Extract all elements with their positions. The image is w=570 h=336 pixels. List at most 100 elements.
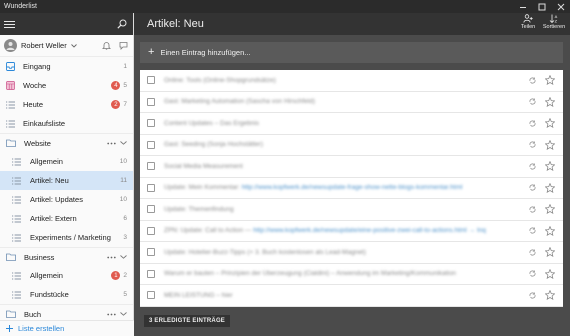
task-checkbox[interactable] bbox=[147, 97, 155, 106]
task-link[interactable]: http://www.kopfwerk.de/newsupdate/eine-p… bbox=[253, 227, 486, 234]
sidebar-item-label: Business bbox=[24, 252, 55, 262]
task-checkbox[interactable] bbox=[147, 140, 155, 149]
star-icon[interactable] bbox=[545, 139, 555, 150]
chevron-down-icon[interactable] bbox=[120, 312, 127, 316]
star-icon[interactable] bbox=[545, 161, 555, 172]
window-title: Wunderlist bbox=[4, 3, 37, 10]
sidebar-list-item[interactable]: Eingang 1 bbox=[0, 57, 133, 76]
share-people-icon bbox=[523, 14, 533, 23]
repeat-icon bbox=[529, 77, 536, 84]
bell-icon[interactable] bbox=[102, 41, 111, 50]
task-text[interactable]: Online: Tools (Online-Shopgrundsätze) bbox=[164, 77, 529, 84]
star-icon[interactable] bbox=[545, 96, 555, 107]
star-icon[interactable] bbox=[545, 75, 555, 86]
task-link[interactable]: http://www.kopfwerk.de/newsupdate-frage-… bbox=[242, 184, 463, 191]
task-text[interactable]: Content Updates – Das Ergebnis bbox=[164, 120, 529, 127]
sidebar-list-item[interactable]: Heute 2 7 bbox=[0, 95, 133, 114]
more-options-icon[interactable] bbox=[107, 256, 116, 259]
item-count: 10 bbox=[119, 158, 127, 165]
sidebar-list-item[interactable]: Artikel: Neu 11 bbox=[0, 171, 133, 190]
star-icon[interactable] bbox=[545, 225, 555, 236]
task-text[interactable]: Update: Mein Kommentar: http://www.kopfw… bbox=[164, 184, 529, 191]
task-row[interactable]: Update: Themenfindung bbox=[140, 199, 563, 221]
sidebar-item-label: Einkaufsliste bbox=[23, 119, 66, 128]
sidebar-list-item[interactable]: Fundstücke 5 bbox=[0, 285, 133, 304]
task-row[interactable]: Warum er bauten – Prinzipien der Überzeu… bbox=[140, 263, 563, 285]
task-text[interactable]: Update: Themenfindung bbox=[164, 206, 529, 213]
sidebar-list-item[interactable]: Artikel: Extern 6 bbox=[0, 209, 133, 228]
hamburger-menu-icon[interactable] bbox=[4, 20, 15, 29]
task-text[interactable]: Gast: Marketing Automation (Sascha von H… bbox=[164, 98, 529, 105]
sort-button[interactable]: AZ Sortieren bbox=[543, 14, 565, 30]
task-row[interactable]: Update: Hotelier-Buzz-Tipps (+ 3. Buch k… bbox=[140, 242, 563, 264]
sidebar-list-item[interactable]: Experiments / Marketing 3 bbox=[0, 228, 133, 247]
sidebar-list-item[interactable]: Artikel: Updates 10 bbox=[0, 190, 133, 209]
task-row[interactable]: Social Media Measurement bbox=[140, 156, 563, 178]
maximize-icon[interactable] bbox=[532, 0, 551, 13]
task-checkbox[interactable] bbox=[147, 183, 155, 192]
avatar[interactable] bbox=[4, 39, 17, 52]
sidebar-list-item[interactable]: Einkaufsliste bbox=[0, 114, 133, 133]
task-row[interactable]: Gast: Seeding (Sonja Hochstätter) bbox=[140, 134, 563, 156]
star-icon[interactable] bbox=[545, 290, 555, 301]
item-count: 5 bbox=[123, 291, 127, 298]
star-icon[interactable] bbox=[545, 182, 555, 193]
task-checkbox[interactable] bbox=[147, 269, 155, 278]
star-icon[interactable] bbox=[545, 268, 555, 279]
sidebar-list-item[interactable]: Allgemein 10 bbox=[0, 152, 133, 171]
task-checkbox[interactable] bbox=[147, 76, 155, 85]
sidebar-folder[interactable]: Website bbox=[0, 133, 133, 152]
chat-icon[interactable] bbox=[119, 41, 128, 50]
task-checkbox[interactable] bbox=[147, 162, 155, 171]
sidebar-list-item[interactable]: Allgemein 1 2 bbox=[0, 266, 133, 285]
task-checkbox[interactable] bbox=[147, 248, 155, 257]
task-checkbox[interactable] bbox=[147, 226, 155, 235]
task-row[interactable]: ZPN: Update: Call to Action — http://www… bbox=[140, 220, 563, 242]
chevron-down-icon[interactable] bbox=[120, 141, 127, 145]
title-bar: Wunderlist bbox=[0, 0, 570, 13]
item-count: 2 bbox=[123, 272, 127, 279]
share-button[interactable]: Teilen bbox=[518, 14, 538, 30]
search-icon[interactable] bbox=[117, 19, 127, 29]
chevron-down-icon[interactable] bbox=[120, 255, 127, 259]
user-row[interactable]: Robert Weller bbox=[0, 35, 133, 57]
create-list-button[interactable]: Liste erstellen bbox=[0, 320, 134, 336]
completed-items-button[interactable]: 3 ERLEDIGTE EINTRÄGE bbox=[144, 315, 231, 327]
sidebar-item-label: Eingang bbox=[23, 62, 51, 71]
sidebar-item-label: Allgemein bbox=[30, 157, 63, 166]
add-task-input[interactable]: + Einen Eintrag hinzufügen... bbox=[140, 42, 563, 63]
sidebar-item-label: Artikel: Neu bbox=[30, 176, 69, 185]
sidebar-item-label: Woche bbox=[23, 81, 47, 90]
list-header: Artikel: Neu Teilen AZ Sortieren bbox=[134, 13, 570, 35]
list-icon bbox=[12, 272, 21, 280]
sidebar-item-label: Heute bbox=[23, 100, 44, 109]
task-checkbox[interactable] bbox=[147, 119, 155, 128]
repeat-icon bbox=[529, 227, 536, 234]
task-row[interactable]: Content Updates – Das Ergebnis bbox=[140, 113, 563, 135]
repeat-icon bbox=[529, 120, 536, 127]
task-text[interactable]: Gast: Seeding (Sonja Hochstätter) bbox=[164, 141, 529, 148]
star-icon[interactable] bbox=[545, 247, 555, 258]
page-title: Artikel: Neu bbox=[147, 18, 204, 30]
sidebar-list-item[interactable]: Woche 4 5 bbox=[0, 76, 133, 95]
minimize-icon[interactable] bbox=[513, 0, 532, 13]
star-icon[interactable] bbox=[545, 204, 555, 215]
more-options-icon[interactable] bbox=[107, 142, 116, 145]
user-name[interactable]: Robert Weller bbox=[21, 41, 67, 50]
task-text[interactable]: ZPN: Update: Call to Action — http://www… bbox=[164, 227, 529, 234]
task-text[interactable]: Update: Hotelier-Buzz-Tipps (+ 3. Buch k… bbox=[164, 249, 529, 256]
task-checkbox[interactable] bbox=[147, 205, 155, 214]
task-text[interactable]: Social Media Measurement bbox=[164, 163, 529, 170]
task-text[interactable]: MEIN LEISTUNG – hier bbox=[164, 292, 529, 299]
more-options-icon[interactable] bbox=[107, 313, 116, 316]
star-icon[interactable] bbox=[545, 118, 555, 129]
task-row[interactable]: Update: Mein Kommentar: http://www.kopfw… bbox=[140, 177, 563, 199]
task-row[interactable]: MEIN LEISTUNG – hier bbox=[140, 285, 563, 307]
task-text[interactable]: Warum er bauten – Prinzipien der Überzeu… bbox=[164, 270, 529, 277]
task-row[interactable]: Gast: Marketing Automation (Sascha von H… bbox=[140, 91, 563, 113]
task-row[interactable]: Online: Tools (Online-Shopgrundsätze) bbox=[140, 70, 563, 92]
sidebar-folder[interactable]: Business bbox=[0, 247, 133, 266]
task-checkbox[interactable] bbox=[147, 291, 155, 300]
close-icon[interactable] bbox=[551, 0, 570, 13]
chevron-down-icon[interactable] bbox=[70, 43, 77, 48]
